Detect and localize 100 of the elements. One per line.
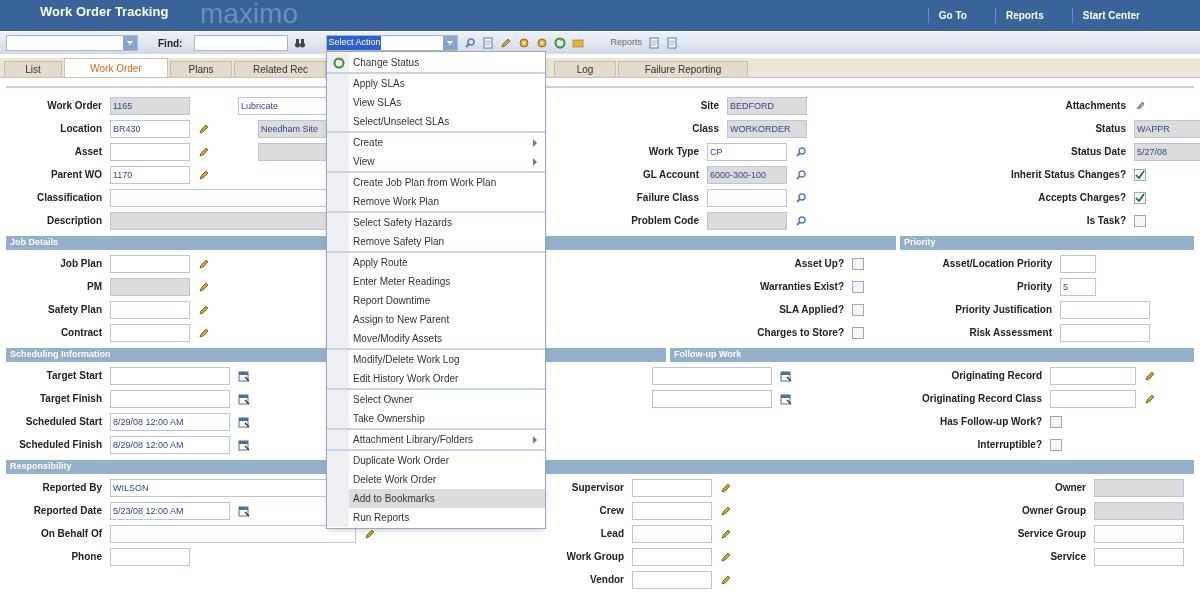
description-field[interactable]: Lubricate (238, 96, 328, 115)
pencil-icon[interactable] (1144, 369, 1156, 382)
text-field[interactable] (110, 300, 190, 319)
checkbox[interactable] (852, 280, 864, 293)
doc-icon[interactable] (665, 37, 678, 49)
checkbox[interactable] (1134, 191, 1146, 204)
text-field[interactable] (1060, 300, 1150, 319)
gear-icon[interactable] (518, 37, 531, 49)
menu-item[interactable]: Move/Modify Assets (327, 329, 545, 348)
text-field[interactable] (110, 254, 190, 273)
checkbox[interactable] (1134, 168, 1146, 181)
find-field[interactable] (194, 35, 289, 51)
menu-item[interactable]: Add to Bookmarks (327, 489, 545, 508)
pencil-icon[interactable] (198, 280, 210, 293)
pencil-icon[interactable] (720, 550, 732, 563)
text-field[interactable] (707, 211, 787, 230)
text-field[interactable]: BEDFORD (727, 96, 807, 115)
menu-item[interactable]: Duplicate Work Order (327, 451, 545, 470)
reports-link[interactable]: Reports (610, 36, 642, 50)
pencil-icon[interactable] (1144, 392, 1156, 405)
gear-icon[interactable] (536, 37, 549, 49)
text-field[interactable] (632, 547, 712, 566)
menu-item[interactable]: Enter Meter Readings (327, 272, 545, 291)
calendar-icon[interactable] (238, 392, 250, 405)
status-icon[interactable] (333, 56, 345, 69)
menu-item[interactable]: Run Reports (327, 508, 545, 527)
text-field[interactable] (1060, 323, 1150, 342)
text-field[interactable]: WAPPR (1134, 119, 1200, 138)
search-icon[interactable] (795, 191, 807, 204)
menu-item[interactable]: Assign to New Parent (327, 310, 545, 329)
date-field[interactable]: 8/29/08 12:00 AM (110, 435, 230, 454)
pencil-icon[interactable] (720, 481, 732, 494)
pencil-icon[interactable] (198, 168, 210, 181)
text-field[interactable]: 5 (1060, 277, 1096, 296)
tab[interactable]: Related Rec (234, 61, 326, 77)
menu-item[interactable]: Create Job Plan from Work Plan (327, 173, 545, 192)
action-select[interactable]: Select Action (326, 35, 459, 51)
checkbox[interactable] (1050, 415, 1062, 428)
text-field[interactable]: CP (707, 142, 787, 161)
text-field[interactable] (632, 478, 712, 497)
tab[interactable]: Log (554, 61, 616, 77)
pencil-icon[interactable] (198, 326, 210, 339)
pencil-icon[interactable] (720, 573, 732, 586)
text-field[interactable] (110, 547, 190, 566)
menu-item[interactable]: Select/Unselect SLAs (327, 112, 545, 131)
checkbox[interactable] (852, 303, 864, 316)
text-field[interactable]: WORKORDER (727, 119, 807, 138)
menu-item[interactable]: Apply Route (327, 253, 545, 272)
text-field[interactable] (1050, 366, 1136, 385)
search-icon[interactable] (795, 214, 807, 227)
menu-item[interactable]: Change Status (327, 53, 545, 72)
tab[interactable]: List (4, 61, 62, 77)
text-field[interactable] (1094, 478, 1184, 497)
header-link[interactable]: Start Center (1071, 8, 1140, 23)
text-field[interactable] (110, 524, 356, 543)
text-field[interactable]: 1165 (110, 96, 190, 115)
text-field[interactable] (632, 501, 712, 520)
text-field[interactable] (1060, 254, 1096, 273)
folder-icon[interactable] (572, 37, 585, 49)
pencil-icon[interactable] (198, 303, 210, 316)
text-field[interactable] (707, 188, 787, 207)
pencil-icon[interactable] (500, 37, 513, 49)
text-field[interactable]: 6000-300-100 (707, 165, 787, 184)
text-field[interactable] (110, 277, 190, 296)
text-field[interactable] (110, 323, 190, 342)
date-field[interactable] (110, 389, 230, 408)
menu-item[interactable]: View (327, 152, 545, 171)
header-link[interactable]: Go To (927, 8, 967, 23)
binoculars-icon[interactable] (294, 37, 307, 49)
text-field[interactable] (1094, 501, 1184, 520)
paperclip-icon[interactable] (1134, 99, 1146, 112)
doc-icon[interactable] (482, 37, 495, 49)
date-field[interactable] (110, 366, 230, 385)
text-field[interactable] (1094, 524, 1184, 543)
pencil-icon[interactable] (720, 504, 732, 517)
text-field[interactable] (1094, 547, 1184, 566)
menu-item[interactable]: Create (327, 133, 545, 152)
tab[interactable]: Work Order (64, 58, 168, 77)
menu-item[interactable]: Select Safety Hazards (327, 213, 545, 232)
checkbox[interactable] (1050, 438, 1062, 451)
doc-icon[interactable] (647, 37, 660, 49)
menu-item[interactable]: Remove Work Plan (327, 192, 545, 211)
date-field[interactable] (652, 389, 772, 408)
pencil-icon[interactable] (198, 145, 210, 158)
date-field[interactable] (652, 366, 772, 385)
search-icon[interactable] (795, 145, 807, 158)
checkbox[interactable] (1134, 214, 1146, 227)
menu-item[interactable]: Modify/Delete Work Log (327, 350, 545, 369)
menu-item[interactable]: Take Ownership (327, 409, 545, 428)
pencil-icon[interactable] (364, 527, 376, 540)
pencil-icon[interactable] (198, 257, 210, 270)
date-field[interactable]: 5/23/08 12:00 AM (110, 501, 230, 520)
calendar-icon[interactable] (238, 415, 250, 428)
tab[interactable]: Plans (170, 61, 232, 77)
refresh-icon[interactable] (554, 37, 567, 49)
checkbox[interactable] (852, 257, 864, 270)
menu-item[interactable]: Delete Work Order (327, 470, 545, 489)
calendar-icon[interactable] (780, 392, 792, 405)
calendar-icon[interactable] (238, 504, 250, 517)
calendar-icon[interactable] (238, 369, 250, 382)
